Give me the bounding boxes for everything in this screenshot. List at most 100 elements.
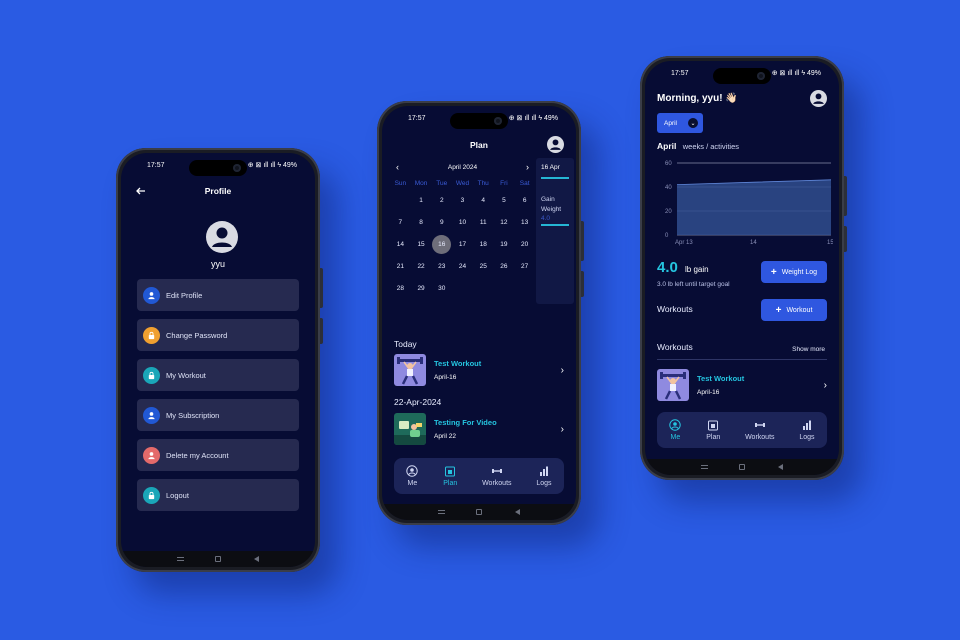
menu-edit-profile[interactable]: Edit Profile [137,279,299,311]
calendar-day-24[interactable]: 24 [452,255,473,277]
menu-change-password[interactable]: Change Password [137,319,299,351]
workout-thumbnail [657,369,689,401]
workout-row-test[interactable]: Test Workout April-16 › [657,369,827,401]
chevron-right-icon: › [560,364,564,376]
calendar-day-6[interactable]: 6 [514,189,535,211]
calendar-day-9[interactable]: 9 [431,211,452,233]
system-nav-bar [382,504,576,520]
tab-plan[interactable]: Plan [443,465,457,487]
today-label: Today [394,339,417,349]
tab-workouts[interactable]: Workouts [482,465,512,487]
phone-profile: 17:57 ⊕ ⊠ ıll ıll ϟ 49% Profile yyu Edit… [116,148,323,572]
x-tick-label: 15 [827,240,833,246]
calendar-day-16[interactable]: 16 [431,233,452,255]
calendar-day-14[interactable]: 14 [390,233,411,255]
calendar-day-29[interactable]: 29 [411,277,432,299]
status-bar: 17:57 ⊕ ⊠ ıll ıll ϟ 49% [121,153,315,177]
tab-logs[interactable]: Logs [536,465,552,487]
weekday-sat: Sat [519,180,530,187]
calendar-day-7[interactable]: 7 [390,211,411,233]
recents-button[interactable] [436,509,446,515]
lock-icon [143,326,160,344]
calendar-day-18[interactable]: 18 [473,233,494,255]
calendar-day-12[interactable]: 12 [494,211,515,233]
recents-button[interactable] [175,556,185,562]
calendar-empty-cell [390,189,411,211]
menu-my-workout[interactable]: My Workout [137,359,299,391]
status-time: 17:57 [408,114,426,122]
calendar-day-22[interactable]: 22 [411,255,432,277]
calendar-day-13[interactable]: 13 [514,211,535,233]
chevron-right-icon[interactable]: › [526,162,529,172]
calendar-day-20[interactable]: 20 [514,233,535,255]
tab-workouts[interactable]: Workouts [745,419,775,441]
page-title: Profile [204,186,232,196]
weight-log-button[interactable]: + Weight Log [761,261,827,283]
menu-logout[interactable]: Logout [137,479,299,511]
phone-plan: 17:57 ⊕ ⊠ ıll ıll ϟ 49% Plan ‹ April 202… [377,101,584,525]
recents-button[interactable] [699,464,709,470]
tab-me[interactable]: Me [669,419,682,441]
weight-chart: 0 20 40 60 Apr 13 14 15 [665,161,833,246]
add-workout-button[interactable]: + Workout [761,299,827,321]
calendar-day-27[interactable]: 27 [514,255,535,277]
calendar-month: April 2024 [447,163,478,171]
calendar-icon [445,466,456,477]
home-button[interactable] [737,464,747,470]
calendar-day-19[interactable]: 19 [494,233,515,255]
tab-me[interactable]: Me [406,465,419,487]
avatar-icon[interactable] [206,221,238,253]
tab-plan[interactable]: Plan [706,419,720,441]
calendar-day-8[interactable]: 8 [411,211,432,233]
menu-delete-account[interactable]: Delete my Account [137,439,299,471]
calendar-day-11[interactable]: 11 [473,211,494,233]
plus-icon: + [775,304,782,316]
calendar-day-17[interactable]: 17 [452,233,473,255]
chevron-left-icon[interactable]: ‹ [396,162,399,172]
workout-thumbnail [394,413,426,445]
calendar-day-4[interactable]: 4 [473,189,494,211]
home-button[interactable] [474,509,484,515]
calendar-day-1[interactable]: 1 [411,189,432,211]
back-button[interactable] [251,556,261,562]
system-nav-bar [645,459,839,475]
workout-title: Testing For Video [434,418,497,427]
calendar-day-26[interactable]: 26 [494,255,515,277]
show-more-link[interactable]: Show more [792,346,825,353]
calendar-day-25[interactable]: 25 [473,255,494,277]
calendar-day-21[interactable]: 21 [390,255,411,277]
calendar-day-10[interactable]: 10 [452,211,473,233]
y-tick-label: 0 [665,233,669,239]
user-icon [143,446,160,464]
menu-my-subscription[interactable]: My Subscription [137,399,299,431]
calendar-day-28[interactable]: 28 [390,277,411,299]
workout-row-test[interactable]: Test Workout April-16 › [394,354,564,386]
plus-icon: + [770,266,777,278]
back-button[interactable] [775,464,785,470]
calendar-day-15[interactable]: 15 [411,233,432,255]
status-bar: 17:57 ⊕ ⊠ ıll ıll ϟ 49% [382,106,576,130]
workout-row-video[interactable]: Testing For Video April 22 › [394,413,564,445]
status-bar: 17:57 ⊕ ⊠ ıll ıll ϟ 49% [645,61,839,85]
calendar-day-2[interactable]: 2 [431,189,452,211]
calendar-day-5[interactable]: 5 [494,189,515,211]
menu-label: My Workout [166,370,206,380]
workout-title: Test Workout [434,359,482,368]
avatar-icon[interactable] [547,136,564,153]
back-button[interactable] [512,509,522,515]
month-select[interactable]: April ⌄ [657,113,703,133]
tab-logs[interactable]: Logs [799,419,815,441]
status-time: 17:57 [147,161,165,169]
status-icons: ⊕ ⊠ ıll ıll ϟ 49% [508,115,558,122]
calendar-day-23[interactable]: 23 [431,255,452,277]
calendar-day-3[interactable]: 3 [452,189,473,211]
avatar-icon[interactable] [810,90,827,107]
user-icon [143,286,160,304]
y-tick-label: 20 [665,209,672,215]
system-nav-bar [121,551,315,567]
calendar-day-30[interactable]: 30 [431,277,452,299]
date-label: 22-Apr-2024 [394,397,442,407]
workout-date: April-16 [434,374,457,381]
plan-screen: 17:57 ⊕ ⊠ ıll ıll ϟ 49% Plan ‹ April 202… [382,106,576,520]
home-button[interactable] [213,556,223,562]
